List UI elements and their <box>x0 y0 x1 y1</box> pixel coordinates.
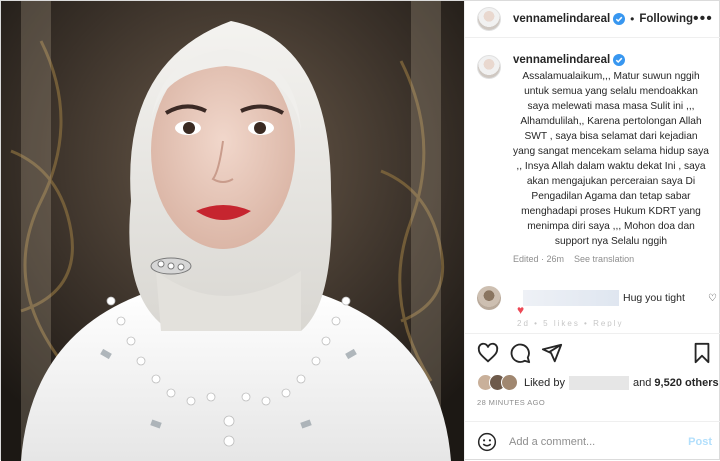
redacted-liker-name <box>568 376 629 390</box>
comment-like-icon[interactable]: ♡ <box>708 293 717 304</box>
post-image <box>1 1 464 461</box>
caption-verified-badge-icon <box>613 54 626 66</box>
post-actions: Liked by and 9,520 others 28 MINUTES AGO <box>465 333 720 419</box>
add-comment-input[interactable] <box>509 435 679 448</box>
comment-row: Hug you tight ♡ <box>477 286 717 310</box>
post-timestamp: 28 MINUTES AGO <box>477 398 546 407</box>
caption-meta: Edited · 26m See translation <box>513 254 709 264</box>
caption-avatar[interactable] <box>477 55 501 79</box>
likes-connector: and <box>632 377 652 389</box>
more-options-icon[interactable]: ••• <box>693 11 713 27</box>
share-icon[interactable] <box>541 342 563 364</box>
instagram-post-window: vennamelindareal • Following ••• venname… <box>0 0 720 461</box>
likes-count[interactable]: 9,520 others <box>654 377 718 389</box>
following-button[interactable]: Following <box>639 13 693 25</box>
author-username[interactable]: vennamelindareal <box>513 13 610 25</box>
comment-meta-faded: 2d • 5 likes • Reply <box>517 319 624 327</box>
liker-avatars[interactable] <box>477 374 521 392</box>
post-header: vennamelindareal • Following ••• <box>465 1 720 38</box>
post-side-panel: vennamelindareal • Following ••• venname… <box>464 1 720 461</box>
comment-heart-icon: ♥ <box>517 303 525 317</box>
comment-text: Hug you tight <box>623 292 685 304</box>
caption-text: Assalamualaikum,,, Matur suwun nggih unt… <box>513 71 709 247</box>
caption-username[interactable]: vennamelindareal <box>513 54 610 66</box>
post-comment-button[interactable]: Post <box>688 436 712 448</box>
liker-avatar <box>501 374 518 391</box>
caption-meta-time: Edited · 26m <box>513 254 565 264</box>
caption: vennamelindareal Assalamualaikum,,, Matu… <box>477 51 717 264</box>
author-avatar[interactable] <box>477 7 501 31</box>
see-translation-link[interactable]: See translation <box>574 254 634 264</box>
verified-badge-icon <box>613 13 626 25</box>
post-photo[interactable] <box>1 1 464 461</box>
add-comment-bar: Post <box>465 421 720 461</box>
commenter-avatar[interactable] <box>477 286 501 310</box>
comment-icon[interactable] <box>509 342 531 364</box>
header-separator: • <box>630 12 635 26</box>
caption-body: vennamelindareal Assalamualaikum,,, Matu… <box>513 51 709 264</box>
action-icons <box>477 342 713 364</box>
emoji-icon[interactable] <box>477 432 497 452</box>
bookmark-icon[interactable] <box>691 342 713 364</box>
edited-label: Edited <box>513 254 539 264</box>
likes-summary: and 9,520 others <box>633 377 719 389</box>
caption-age: 26m <box>546 254 565 264</box>
liked-by-label: Liked by <box>524 377 565 389</box>
heart-icon[interactable] <box>477 342 499 364</box>
caption-user-row: vennamelindareal <box>513 51 709 69</box>
likes-row: Liked by and 9,520 others <box>477 374 719 392</box>
redacted-commenter-name <box>523 290 619 306</box>
